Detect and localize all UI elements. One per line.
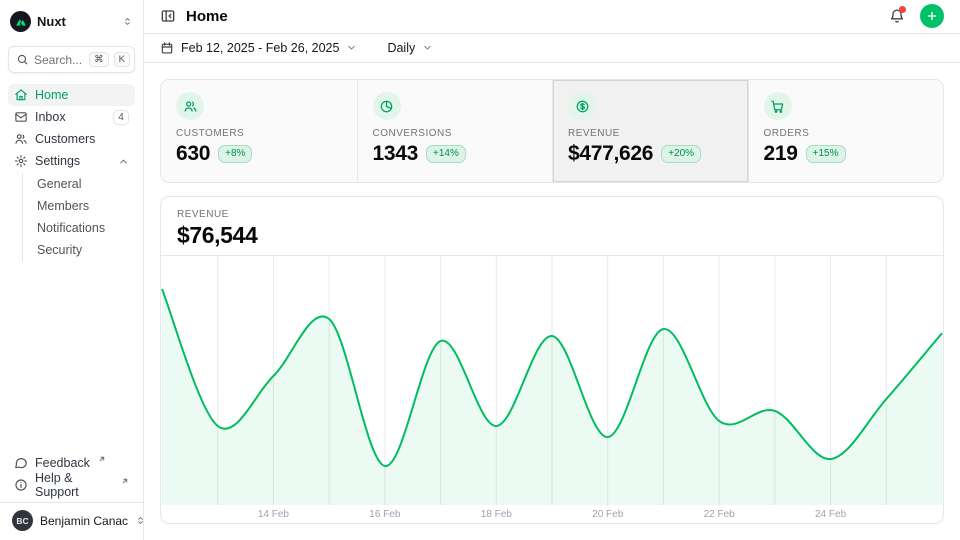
notifications-button[interactable] [889, 8, 905, 24]
sidebar-item-customers[interactable]: Customers [8, 128, 135, 150]
stat-delta-badge: +8% [218, 145, 252, 163]
stat-card-conversions[interactable]: CONVERSIONS 1343 +14% [357, 80, 553, 182]
chart-header: REVENUE $76,544 [161, 197, 943, 256]
sidebar-item-label: Help & Support [35, 471, 113, 499]
date-range-picker[interactable]: Feb 12, 2025 - Feb 26, 2025 [160, 41, 357, 55]
stat-card-customers[interactable]: CUSTOMERS 630 +8% [161, 80, 357, 182]
x-tick-label: 14 Feb [258, 509, 289, 520]
period-select[interactable]: Daily [387, 41, 433, 55]
search-icon [16, 53, 29, 66]
page-header: Home [144, 0, 960, 34]
period-value: Daily [387, 41, 415, 55]
date-range-value: Feb 12, 2025 - Feb 26, 2025 [181, 41, 339, 55]
sidebar-item-label: Settings [35, 154, 80, 168]
external-link-icon [121, 477, 129, 485]
user-name: Benjamin Canac [40, 514, 128, 528]
users-icon [14, 132, 28, 146]
sidebar-nav: Home Inbox 4 Customers Settings Genera [8, 84, 135, 261]
users-icon [176, 92, 204, 120]
collapse-sidebar-button[interactable] [160, 8, 176, 24]
user-menu[interactable]: BC Benjamin Canac [8, 508, 135, 534]
chart-canvas [161, 256, 943, 505]
sub-item-label: Notifications [37, 221, 105, 235]
plus-icon [926, 10, 938, 22]
sidebar-item-label: Inbox [35, 110, 66, 124]
gear-icon [14, 154, 28, 168]
stat-value: 219 [764, 142, 798, 166]
stat-delta-badge: +15% [806, 145, 846, 163]
stat-value: 630 [176, 142, 210, 166]
workspace-switcher[interactable]: Nuxt [10, 9, 133, 33]
sidebar-divider [0, 502, 143, 503]
sidebar-spacer [8, 261, 135, 452]
chevron-up-down-icon [122, 16, 133, 27]
sidebar-item-label: Home [35, 88, 68, 102]
stat-value: 1343 [373, 142, 419, 166]
x-tick-label: 18 Feb [481, 509, 512, 520]
chart-metric-label: REVENUE [177, 209, 927, 220]
brand-name: Nuxt [37, 14, 66, 29]
sidebar-item-settings[interactable]: Settings [8, 150, 135, 172]
search-placeholder: Search... [34, 53, 84, 67]
sub-item-label: Members [37, 199, 89, 213]
home-icon [14, 88, 28, 102]
stat-delta-badge: +20% [661, 145, 701, 163]
nuxt-logo-icon [10, 11, 31, 32]
kbd-cmd: ⌘ [89, 52, 109, 67]
search-input[interactable]: Search... ⌘ K [8, 46, 135, 73]
revenue-chart-card: REVENUE $76,544 14 Feb 16 Feb 18 Feb 20 Feb… [160, 196, 944, 524]
add-button[interactable] [920, 4, 944, 28]
sidebar-item-general[interactable]: General [37, 173, 135, 195]
x-tick-label: 22 Feb [704, 509, 735, 520]
stat-label: REVENUE [568, 128, 733, 139]
cart-icon [764, 92, 792, 120]
revenue-area-chart[interactable] [161, 256, 943, 505]
stat-label: CUSTOMERS [176, 128, 342, 139]
circle-dollar-icon [568, 92, 596, 120]
dashboard-content: CUSTOMERS 630 +8% CONVERSIONS 1343 +14% [144, 63, 960, 540]
chevron-down-icon [346, 42, 357, 53]
chevron-up-icon [118, 156, 129, 167]
main-area: Home Feb 12, 2025 - Feb 26, 2025 Daily [144, 0, 960, 540]
stats-row: CUSTOMERS 630 +8% CONVERSIONS 1343 +14% [160, 79, 944, 183]
x-tick-label: 20 Feb [592, 509, 623, 520]
stat-card-orders[interactable]: ORDERS 219 +15% [748, 80, 944, 182]
x-axis-tick-labels: 14 Feb 16 Feb 18 Feb 20 Feb 22 Feb 24 Feb [161, 505, 943, 524]
info-circle-icon [14, 478, 28, 492]
chart-metric-value: $76,544 [177, 222, 927, 249]
stat-card-revenue[interactable]: REVENUE $477,626 +20% [552, 80, 748, 182]
avatar: BC [12, 510, 33, 531]
sidebar-item-notifications[interactable]: Notifications [37, 217, 135, 239]
inbox-count-badge: 4 [113, 110, 129, 125]
sidebar-item-members[interactable]: Members [37, 195, 135, 217]
sidebar-item-label: Feedback [35, 456, 90, 470]
stat-label: CONVERSIONS [373, 128, 538, 139]
x-tick-label: 16 Feb [369, 509, 400, 520]
page-title: Home [186, 8, 228, 25]
sidebar-item-help-support[interactable]: Help & Support [8, 474, 135, 496]
sidebar-item-label: Customers [35, 132, 95, 146]
sidebar: Nuxt Search... ⌘ K Home Inbox 4 [0, 0, 144, 540]
settings-submenu: General Members Notifications Security [22, 173, 135, 261]
sidebar-item-inbox[interactable]: Inbox 4 [8, 106, 135, 128]
stat-label: ORDERS [764, 128, 929, 139]
chat-bubble-icon [14, 456, 28, 470]
kbd-k: K [114, 52, 130, 67]
filters-toolbar: Feb 12, 2025 - Feb 26, 2025 Daily [144, 34, 960, 63]
sidebar-item-security[interactable]: Security [37, 239, 135, 261]
chevron-down-icon [422, 42, 433, 53]
external-link-icon [98, 455, 106, 463]
chart-pie-icon [373, 92, 401, 120]
sidebar-item-home[interactable]: Home [8, 84, 135, 106]
stat-delta-badge: +14% [426, 145, 466, 163]
stat-value: $477,626 [568, 142, 653, 166]
sub-item-label: Security [37, 243, 82, 257]
x-tick-label: 24 Feb [815, 509, 846, 520]
sub-item-label: General [37, 177, 81, 191]
calendar-icon [160, 41, 174, 55]
inbox-icon [14, 110, 28, 124]
